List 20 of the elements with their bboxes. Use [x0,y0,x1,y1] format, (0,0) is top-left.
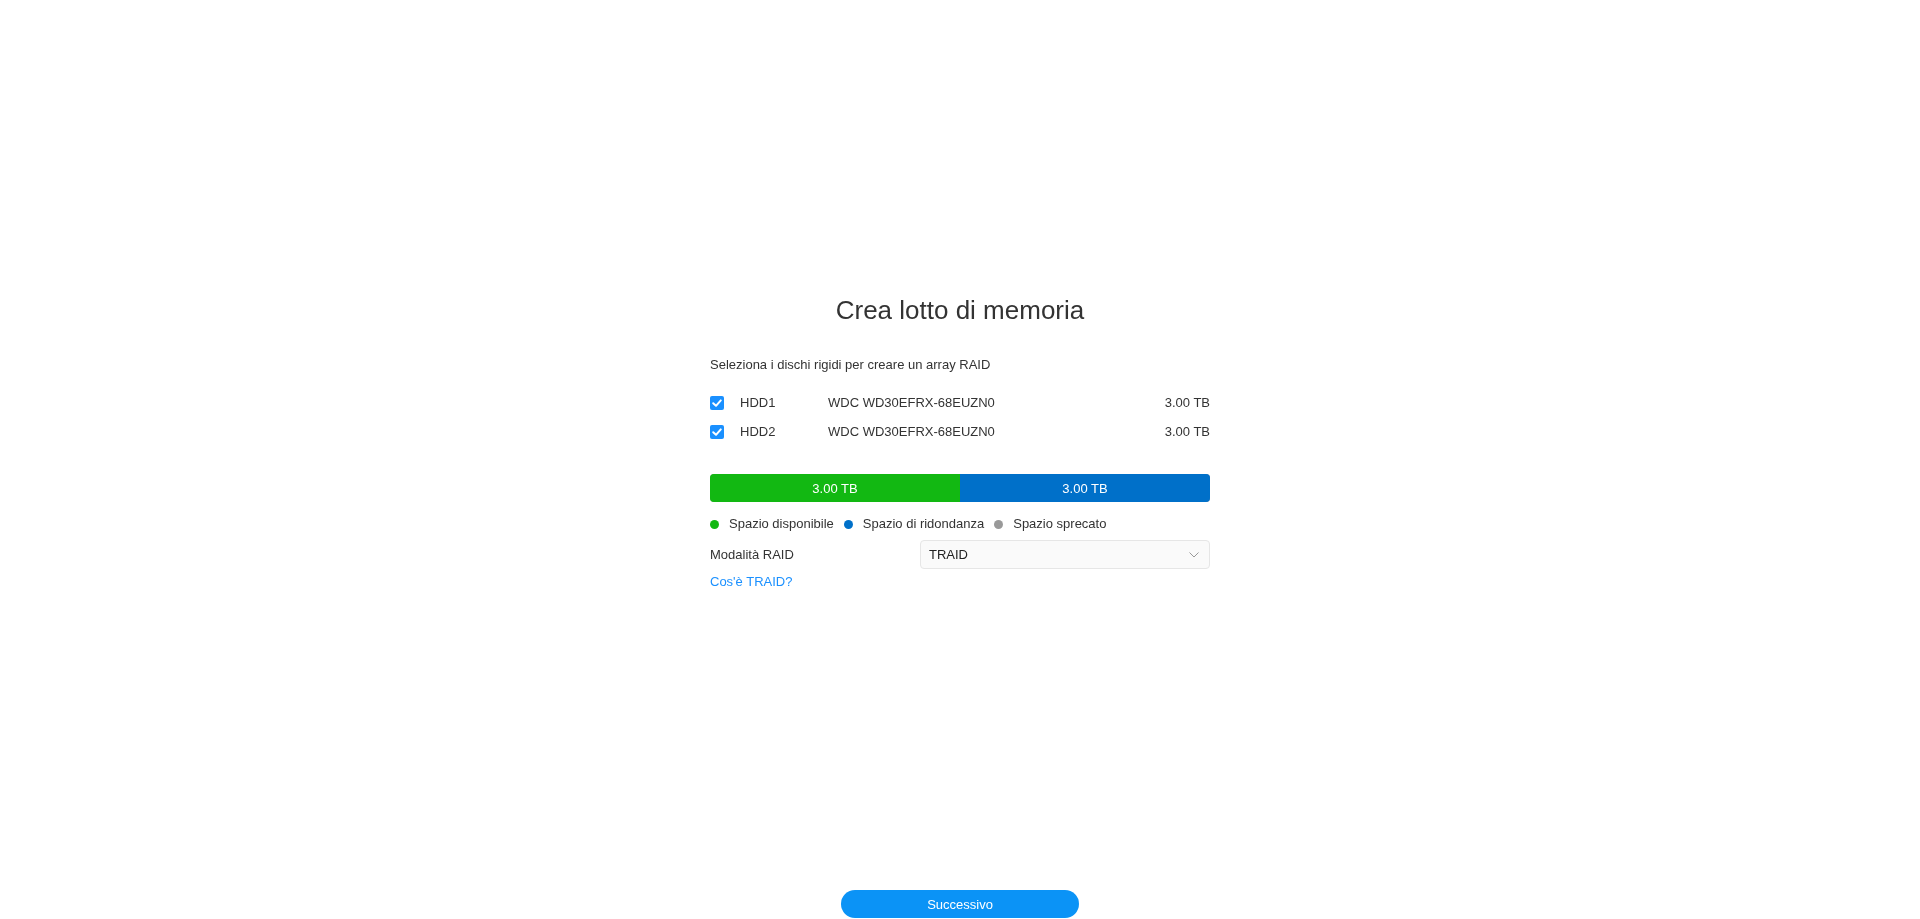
disk-size: 3.00 TB [1164,395,1210,410]
disk-name: HDD2 [740,424,777,439]
disk-checkbox[interactable] [710,395,724,410]
dialog-title: Crea lotto di memoria [835,295,1085,325]
chevron-down-icon [1189,551,1199,558]
next-button[interactable]: Successivo [841,890,1079,918]
legend-label: Spazio sprecato [1013,515,1107,533]
help-link[interactable]: Cos'è TRAID? [710,573,793,591]
disk-model: WDC WD30EFRX-68EUZN0 [828,395,996,410]
instruction-text: Seleziona i dischi rigidi per creare un array RAID [710,356,992,374]
raid-mode-dropdown[interactable]: TRAID [920,540,1210,569]
disk-name: HDD1 [740,395,777,410]
capacity-segment: 3.00 TB [960,474,1210,502]
raid-mode-label: Modalità RAID [710,547,795,562]
disk-checkbox[interactable] [710,424,724,439]
disk-model: WDC WD30EFRX-68EUZN0 [828,424,996,439]
legend-label: Spazio disponibile [729,515,834,533]
capacity-segment: 3.00 TB [710,474,960,502]
legend-label: Spazio di ridondanza [862,515,985,533]
disk-size: 3.00 TB [1164,424,1210,439]
